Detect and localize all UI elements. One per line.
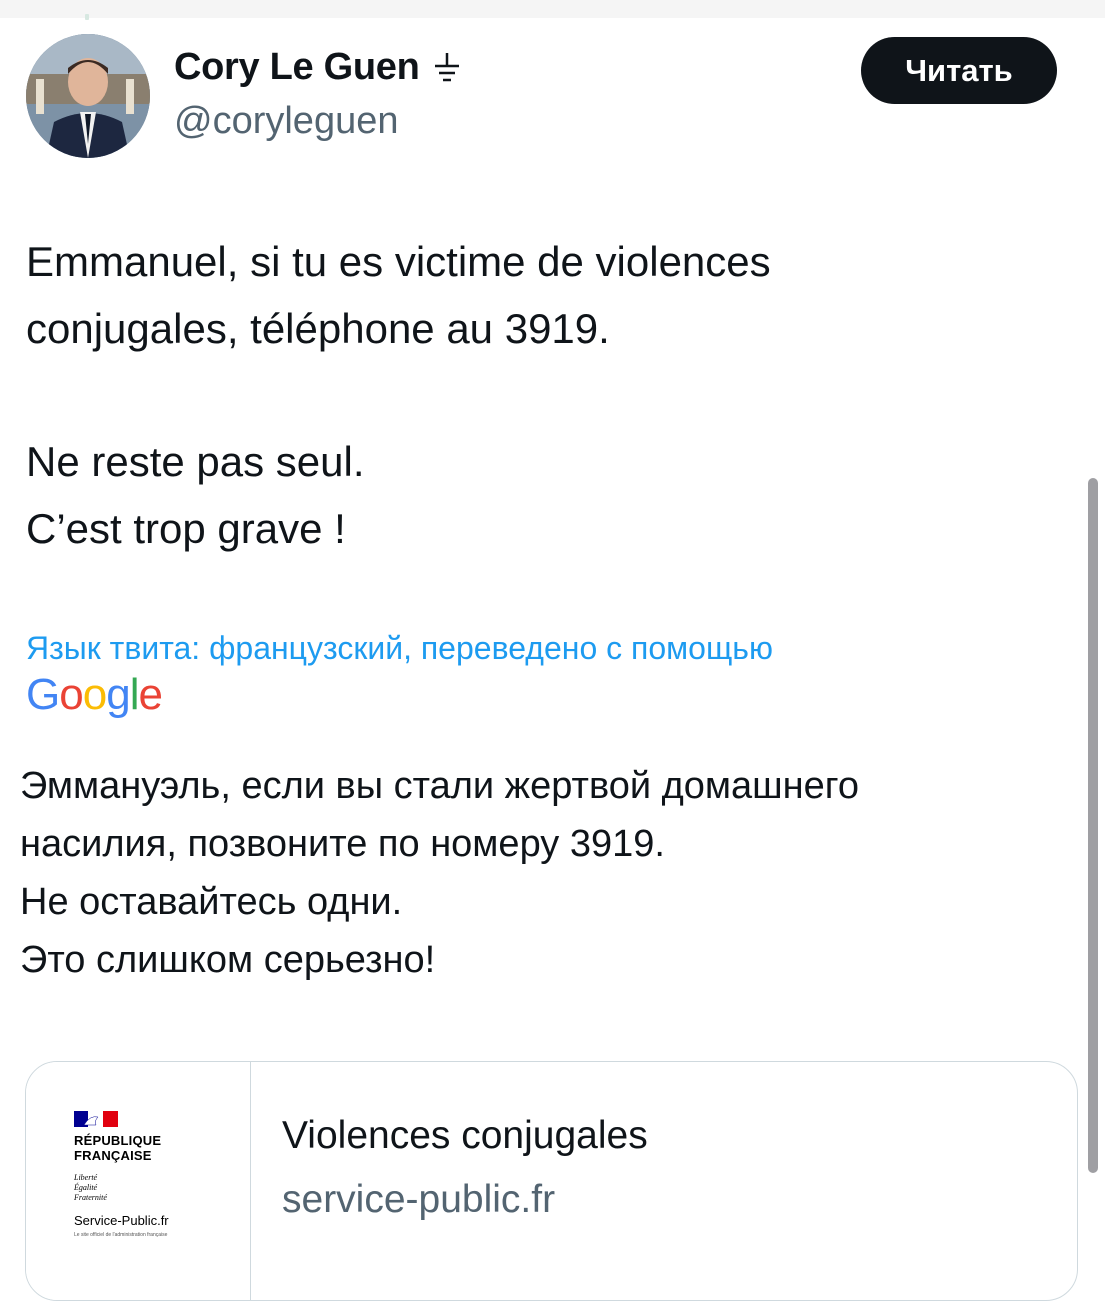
rf-logo-text: RÉPUBLIQUE FRANÇAISE [74, 1133, 161, 1163]
motto-line: Fraternité [74, 1193, 107, 1202]
motto-line: Égalité [74, 1183, 98, 1192]
avatar[interactable] [26, 34, 150, 158]
translation-label[interactable]: Язык твита: французский, переведено с по… [26, 630, 773, 667]
google-letter: o [82, 670, 108, 719]
translated-line: насилия, позвоните по номеру 3919. [20, 823, 665, 865]
top-bar-indicator [85, 14, 89, 20]
link-preview-card[interactable]: RÉPUBLIQUE FRANÇAISE Liberté Égalité Fra… [25, 1061, 1078, 1301]
scrollbar[interactable] [1088, 478, 1098, 1173]
ground-symbol-icon [432, 51, 462, 85]
google-letter: o [59, 670, 84, 719]
service-public-name: Service-Public.fr [74, 1213, 169, 1228]
link-card-title: Violences conjugales [282, 1114, 648, 1157]
author-name-text: Cory Le Guen [174, 46, 420, 88]
motto-line: Liberté [74, 1173, 98, 1182]
author-display-name[interactable]: Cory Le Guen [174, 46, 462, 89]
translated-text: Эммануэль, если вы стали жертвой домашне… [20, 757, 1060, 989]
google-letter: g [106, 670, 131, 719]
tweet-line: Emmanuel, si tu es victime de violences [26, 238, 771, 285]
follow-button[interactable]: Читать [861, 37, 1057, 104]
rf-motto: Liberté Égalité Fraternité [74, 1173, 107, 1203]
link-card-thumbnail: RÉPUBLIQUE FRANÇAISE Liberté Égalité Fra… [26, 1062, 251, 1300]
tweet-line: Ne reste pas seul. [26, 438, 365, 485]
rf-line: RÉPUBLIQUE [74, 1133, 162, 1148]
google-letter: G [26, 670, 60, 719]
translated-line: Эммануэль, если вы стали жертвой домашне… [20, 765, 859, 807]
avatar-photo [26, 34, 150, 158]
tweet-line: conjugales, téléphone au 3919. [26, 305, 610, 352]
translated-line: Не оставайтесь одни. [20, 881, 403, 923]
marianne-flag-icon [74, 1111, 118, 1127]
google-logo: Google [26, 670, 163, 720]
link-card-domain: service-public.fr [282, 1178, 556, 1221]
tweet-line: C’est trop grave ! [26, 505, 346, 552]
top-bar [0, 0, 1105, 20]
google-letter: e [138, 670, 163, 719]
service-public-subtitle: Le site officiel de l'administration fra… [74, 1232, 168, 1238]
rf-line: FRANÇAISE [74, 1148, 152, 1163]
author-handle[interactable]: @coryleguen [174, 100, 398, 143]
translated-line: Это слишком серьезно! [20, 939, 436, 981]
tweet-text: Emmanuel, si tu es victime de violences … [26, 228, 1066, 562]
